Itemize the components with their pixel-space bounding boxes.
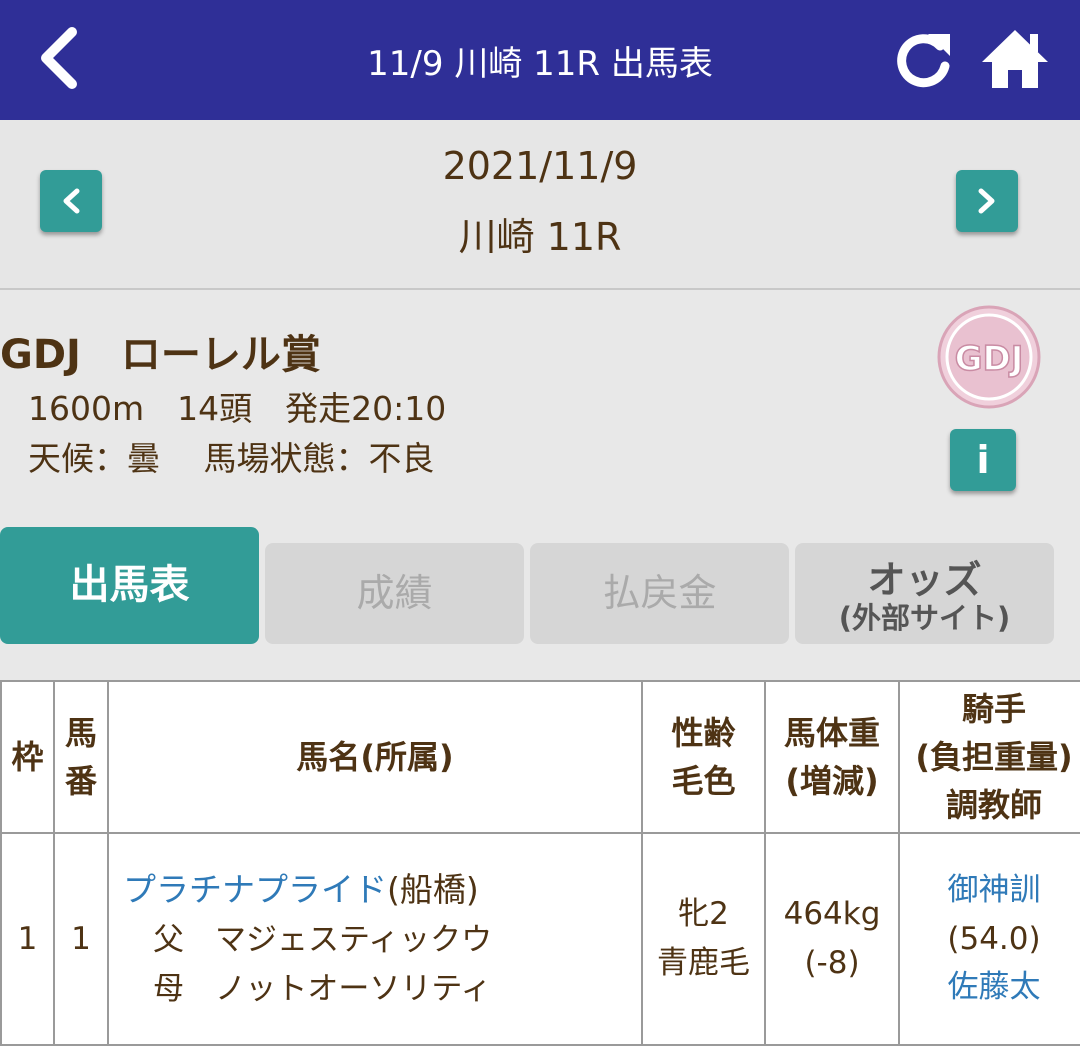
cell-jockey: 御神訓 (54.0) 佐藤太 — [898, 832, 1080, 1046]
jockey-link[interactable]: 御神訓 — [948, 872, 1041, 908]
header-jockey: 騎手 (負担重量) 調教師 — [898, 680, 1080, 834]
home-icon[interactable] — [978, 24, 1052, 94]
race-info: GDJ ローレル賞 1600m 14頭 発走20:10 天候：曇 馬場状態：不良… — [0, 292, 1080, 517]
dam-name: 母 ノットオーソリティ — [153, 971, 492, 1008]
race-info-button[interactable]: i — [950, 429, 1016, 491]
header-horse: 馬名(所属) — [107, 680, 643, 834]
date-navigator: 2021/11/9 川崎 11R — [0, 120, 1080, 290]
app-header: 11/9 川崎 11R 出馬表 — [0, 0, 1080, 120]
cell-weight: 464kg (-8) — [764, 832, 900, 1046]
entries-table: 枠 馬番 馬名(所属) 性齢 毛色 馬体重 (増減) 騎手 (負担重量) 調教師 1 1… — [0, 680, 1080, 1046]
cell-sex-age: 牝2 青鹿毛 — [641, 832, 766, 1046]
gdj-logo: GDJ — [936, 304, 1042, 410]
tab-payouts: 払戻金 — [530, 543, 789, 644]
next-race-button[interactable] — [956, 170, 1018, 232]
header-waku: 枠 — [0, 680, 55, 834]
burden-weight: (54.0) — [947, 920, 1041, 957]
table-row: 1 1 プラチナプライド(船橋) 父 マジェスティックウ 母 ノットオーソリティ… — [0, 832, 1080, 1046]
race-date: 2021/11/9 — [442, 144, 638, 188]
svg-text:GDJ: GDJ — [955, 339, 1024, 379]
race-name: GDJ ローレル賞 — [0, 332, 321, 378]
trainer-link[interactable]: 佐藤太 — [948, 969, 1041, 1005]
header-sex-age: 性齢 毛色 — [641, 680, 766, 834]
horse-name-link[interactable]: プラチナプライド — [123, 870, 387, 909]
horse-affiliation: (船橋) — [387, 869, 479, 909]
cell-horse: プラチナプライド(船橋) 父 マジェスティックウ 母 ノットオーソリティ — [107, 832, 643, 1046]
tab-entries[interactable]: 出馬表 — [0, 527, 259, 644]
tab-results: 成績 — [265, 543, 524, 644]
cell-umaban: 1 — [53, 832, 109, 1046]
race-details: 1600m 14頭 発走20:10 — [28, 389, 447, 428]
header-weight: 馬体重 (増減) — [764, 680, 900, 834]
header-umaban: 馬番 — [53, 680, 109, 834]
race-conditions: 天候：曇 馬場状態：不良 — [28, 439, 435, 478]
race-venue-number: 川崎 11R — [458, 215, 622, 259]
reload-icon[interactable] — [888, 24, 958, 94]
tab-odds-sublabel: (外部サイト) — [838, 601, 1011, 635]
sire-name: 父 マジェスティックウ — [153, 922, 493, 959]
tab-odds[interactable]: オッズ (外部サイト) — [795, 543, 1054, 644]
chevron-right-icon — [978, 188, 995, 214]
cell-waku: 1 — [0, 832, 55, 1046]
table-header-row: 枠 馬番 馬名(所属) 性齢 毛色 馬体重 (増減) 騎手 (負担重量) 調教師 — [0, 680, 1080, 834]
